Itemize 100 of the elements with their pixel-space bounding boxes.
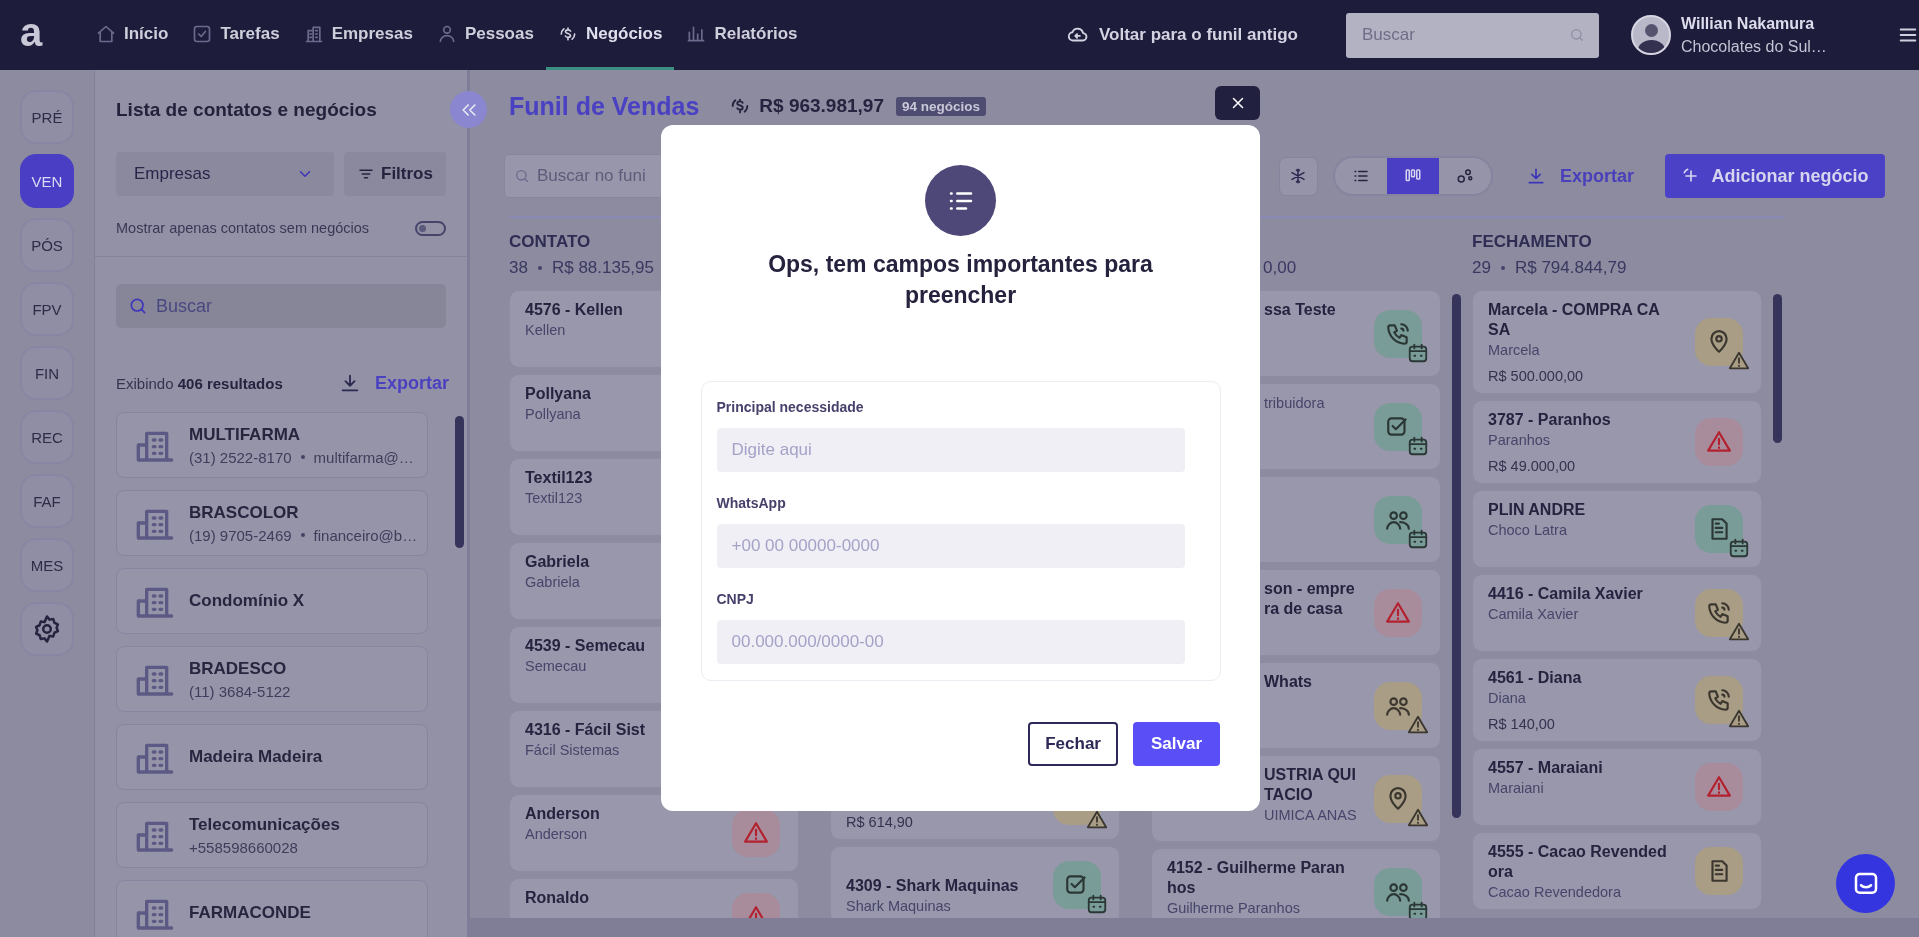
deal-card[interactable]: 4416 - Camila Xavier Camila Xavier	[1472, 574, 1762, 652]
contact-name: UIMICA ANAS	[1264, 807, 1357, 823]
funnel-tab[interactable]: PÓS	[20, 218, 74, 272]
company-name: Chocolates do Sul…	[1681, 37, 1827, 56]
deal-card[interactable]: 4561 - Diana Diana R$ 140,00	[1472, 658, 1762, 742]
deal-title: Whats	[1264, 672, 1312, 692]
nav-tab[interactable]: Negócios	[545, 0, 675, 70]
contact-name: Diana	[1488, 690, 1526, 706]
circles-icon	[1455, 167, 1474, 185]
column-title: FECHAMENTO	[1472, 232, 1593, 253]
contact-name: Camila Xavier	[1488, 606, 1579, 622]
calendar-icon	[1407, 899, 1429, 918]
nav-tab[interactable]: Pessoas	[424, 0, 546, 70]
nav-tab[interactable]: Início	[84, 0, 181, 70]
search-field[interactable]: Buscar	[1346, 12, 1599, 58]
deal-card[interactable]: PLIN ANDRE Choco Latra	[1472, 490, 1762, 568]
deal-card[interactable]: 4309 - Shark Maquinas Shark Maquinas	[830, 846, 1120, 918]
contact-name: tribuidora	[1264, 395, 1325, 411]
company-card[interactable]: Condomínio X	[116, 568, 428, 634]
deal-title: 4309 - Shark Maquinas	[846, 876, 1019, 896]
add-deal-button[interactable]: Adicionar negócio	[1665, 154, 1885, 198]
search-field[interactable]: Buscar	[116, 284, 446, 328]
calendar-icon	[1407, 434, 1429, 457]
close-button[interactable]: Fechar	[1028, 722, 1118, 766]
bullet-dot	[537, 266, 542, 270]
save-button[interactable]: Salvar	[1132, 722, 1220, 766]
deal-card[interactable]: 3787 - Paranhos Paranhos R$ 49.000,00	[1472, 400, 1762, 484]
close-button[interactable]	[1215, 86, 1260, 120]
toggle-switch[interactable]	[415, 220, 446, 236]
scrollbar-thumb[interactable]	[455, 416, 464, 548]
company-name: Condomínio X	[189, 591, 305, 611]
avatar[interactable]	[1631, 15, 1671, 55]
deal-card[interactable]: 4555 - Cacao Revendedora Cacao Revendedora	[1472, 832, 1762, 910]
settings-button[interactable]	[20, 602, 74, 656]
deal-value: R$ 614,90	[846, 814, 913, 830]
scrollbar-thumb[interactable]	[1452, 294, 1461, 818]
company-card[interactable]: MULTIFARMA (31) 2522-8170 multifarma@…	[116, 412, 428, 478]
deal-card[interactable]: Marcela - COMPRA CASA Marcela R$ 500.000,00	[1472, 290, 1762, 394]
nav-tab[interactable]: Tarefas	[180, 0, 292, 70]
view-button[interactable]	[1386, 158, 1439, 194]
search-icon	[128, 296, 148, 316]
checkbox-icon	[192, 23, 213, 44]
company-card[interactable]: FARMACONDE	[116, 880, 428, 937]
deal-title: 4416 - Camila Xavier	[1488, 584, 1643, 604]
deal-title: Gabriela	[525, 552, 590, 572]
deal-count: 29	[1472, 258, 1491, 278]
calendar-icon	[1086, 893, 1108, 915]
bullet-dot	[1500, 266, 1505, 270]
contact-name: Guilherme Paranhos	[1167, 900, 1300, 916]
nav-tab[interactable]: Relatórios	[674, 0, 810, 70]
funnel-tab[interactable]: VEN	[20, 154, 74, 208]
deal-value: R$ 49.000,00	[1488, 458, 1576, 474]
contact-name: Semecau	[525, 658, 587, 674]
phone-number: (11) 3684-5122	[189, 682, 291, 700]
contact-name: Textil123	[525, 490, 583, 506]
snowflake-button[interactable]	[1278, 156, 1318, 196]
contact-name: Kellen	[525, 322, 566, 338]
deal-count: 38	[509, 258, 528, 278]
input-field[interactable]: +00 00 00000-0000	[716, 524, 1185, 568]
company-card[interactable]: BRASCOLOR (19) 9705-2469 financeiro@b…	[116, 490, 428, 556]
input-field[interactable]: 00.000.000/0000-00	[716, 620, 1185, 664]
home-icon	[96, 23, 116, 44]
deal-card[interactable]: 4152 - Guilherme Paranhos Guilherme Paranhos	[1151, 848, 1441, 918]
warning-icon	[1728, 708, 1750, 730]
funnel-tab[interactable]: MES	[20, 538, 74, 592]
funnel-tab[interactable]: FPV	[20, 282, 74, 336]
calendar-icon	[1728, 537, 1750, 559]
logo[interactable]: a	[20, 10, 60, 54]
deal-title: 3787 - Paranhos	[1488, 410, 1611, 430]
page-title: Funil de Vendas	[509, 91, 700, 121]
phone-number: (19) 9705-2469	[189, 526, 292, 544]
deal-card[interactable]: 4557 - Maraiani Maraiani	[1472, 748, 1762, 826]
type-select[interactable]: Empresas	[116, 152, 334, 196]
deal-title: 4576 - Kellen	[525, 300, 623, 320]
scrollbar-thumb[interactable]	[1773, 294, 1782, 443]
deal-title: 4561 - Diana	[1488, 668, 1582, 688]
filter-button[interactable]: Filtros	[344, 152, 446, 196]
phone-icon	[1706, 687, 1732, 713]
deal-title: Textil123	[525, 468, 593, 488]
funnel-tab[interactable]: REC	[20, 410, 74, 464]
company-card[interactable]: BRADESCO (11) 3684-5122	[116, 646, 428, 712]
funnel-tab[interactable]: FAF	[20, 474, 74, 528]
deal-value: R$ 140,00	[1488, 716, 1555, 732]
company-card[interactable]: Madeira Madeira	[116, 724, 428, 790]
deal-value: R$ 500.000,00	[1488, 368, 1584, 384]
contact-name: Fácil Sistemas	[525, 742, 620, 758]
deal-card[interactable]: Ronaldo	[509, 878, 799, 918]
input-field[interactable]: Digite aqui	[716, 428, 1185, 472]
column-title: CONTATO	[509, 232, 592, 253]
deal-title: Marcela - COMPRA CASA	[1488, 300, 1661, 340]
deal-title: 4152 - Guilherme Paranhos	[1167, 858, 1346, 898]
deal-title: ra de casa	[1264, 599, 1343, 619]
calendar-icon	[1407, 341, 1429, 364]
phone-icon	[1706, 600, 1732, 626]
count-badge: 94 negócios	[896, 96, 987, 116]
funnel-tab[interactable]: PRÉ	[20, 90, 74, 144]
nav-tab[interactable]: Empresas	[291, 0, 425, 70]
company-card[interactable]: Telecomunicações +558598660028	[116, 802, 428, 868]
funnel-tab[interactable]: FIN	[20, 346, 74, 400]
back-link[interactable]: Voltar para o funil antigo	[1067, 24, 1298, 46]
